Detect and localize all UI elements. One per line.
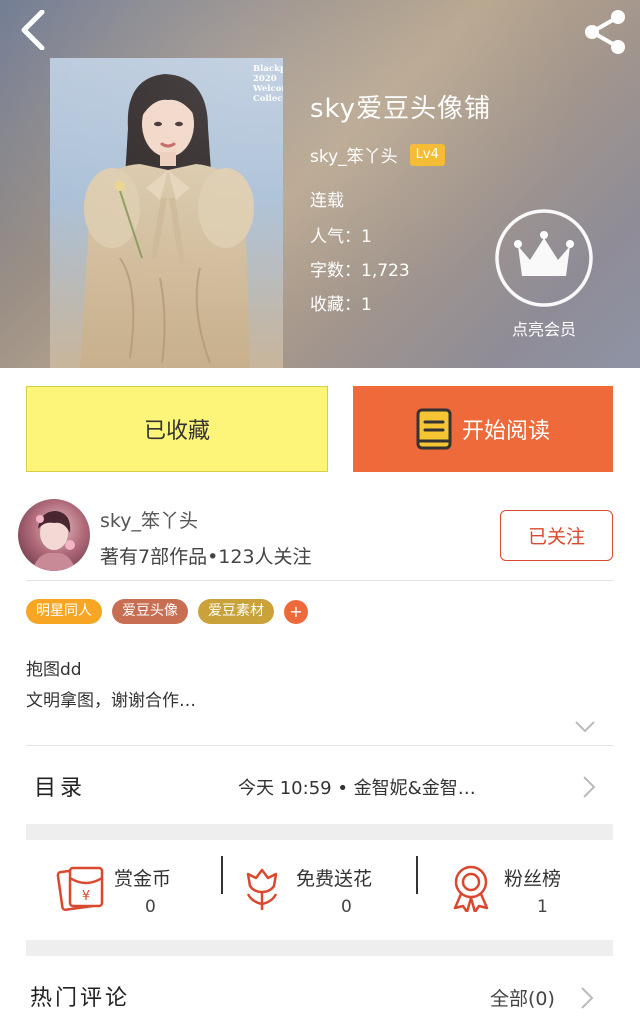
book-header: Blackpink's 2020 Welcoming Collection sk… xyxy=(0,0,640,368)
add-tag-button[interactable]: + xyxy=(284,600,308,624)
popularity-count: 人气：1 xyxy=(310,227,372,247)
divider xyxy=(416,856,418,894)
send-flower-count: 0 xyxy=(341,897,352,917)
author-name-top[interactable]: sky_笨丫头 xyxy=(310,142,398,167)
all-comments-label: 全部(0) xyxy=(490,988,555,1010)
serial-status: 连载 xyxy=(310,191,344,211)
reward-coins-label: 赏金币 xyxy=(114,868,172,890)
tag-item[interactable]: 明星同人 xyxy=(26,599,102,624)
fan-ranking-count: 1 xyxy=(537,897,548,917)
flower-icon xyxy=(246,868,278,910)
tag-item[interactable]: 爱豆头像 xyxy=(112,599,188,624)
tag-item[interactable]: 爱豆素材 xyxy=(198,599,274,624)
chevron-down-icon[interactable] xyxy=(574,720,596,734)
author-name[interactable]: sky_笨丫头 xyxy=(100,506,198,533)
latest-chapter: 今天 10:59 • 金智妮&金智… xyxy=(238,778,476,799)
fan-ranking-label: 粉丝榜 xyxy=(504,868,562,890)
medal-icon xyxy=(453,865,489,912)
divider xyxy=(26,745,613,746)
intro-line-1: 抱图dd xyxy=(26,660,82,680)
chevron-right-icon xyxy=(583,776,596,798)
start-reading-button[interactable]: 开始阅读 xyxy=(353,386,613,472)
divider xyxy=(221,856,223,894)
author-stats: 著有7部作品•123人关注 xyxy=(100,546,312,568)
share-icon xyxy=(585,10,625,54)
intro-line-2: 文明拿图，谢谢合作… xyxy=(26,691,196,711)
avatar-image xyxy=(32,511,76,571)
red-envelope-icon: ¥ xyxy=(56,866,104,912)
book-icon xyxy=(416,408,452,450)
book-title: sky爱豆头像铺 xyxy=(310,94,492,124)
hot-comments-label: 热门评论 xyxy=(30,986,131,1011)
cover-caption: Blackpink's 2020 Welcoming Collection xyxy=(253,64,283,104)
chevron-left-icon xyxy=(21,9,45,51)
author-line: sky_笨丫头 Lv4 xyxy=(310,142,445,167)
book-cover[interactable]: Blackpink's 2020 Welcoming Collection xyxy=(50,58,283,368)
reward-coins-count: 0 xyxy=(145,897,156,917)
svg-text:¥: ¥ xyxy=(82,889,90,904)
level-badge: Lv4 xyxy=(409,143,445,166)
divider xyxy=(26,580,613,581)
word-count: 字数：1,723 xyxy=(310,261,410,281)
collected-label: 已收藏 xyxy=(143,419,210,444)
start-reading-label: 开始阅读 xyxy=(461,419,550,444)
avatar[interactable] xyxy=(18,499,90,571)
vip-button[interactable] xyxy=(494,208,594,308)
chevron-right-icon xyxy=(581,987,594,1009)
send-flower-label: 免费送花 xyxy=(296,868,373,890)
section-separator xyxy=(26,824,613,840)
cover-portrait xyxy=(80,74,254,368)
vip-label: 点亮会员 xyxy=(511,320,576,339)
follow-label: 已关注 xyxy=(527,526,585,548)
follow-button[interactable]: 已关注 xyxy=(500,510,613,561)
section-separator xyxy=(26,940,613,956)
favorites-count: 收藏：1 xyxy=(310,295,372,315)
back-button[interactable] xyxy=(14,9,54,51)
crown-icon xyxy=(495,209,593,307)
tag-list: 明星同人 爱豆头像 爱豆素材 + xyxy=(26,599,308,624)
share-button[interactable] xyxy=(578,8,632,56)
collected-button[interactable]: 已收藏 xyxy=(26,386,328,472)
catalog-label: 目录 xyxy=(34,776,87,801)
